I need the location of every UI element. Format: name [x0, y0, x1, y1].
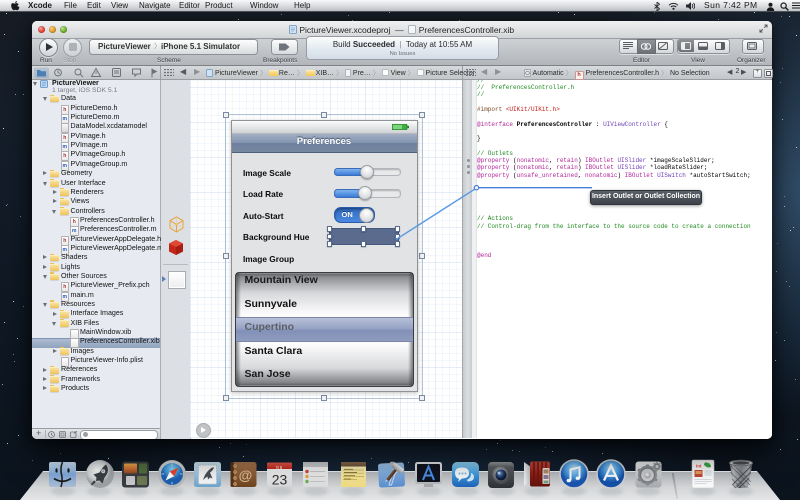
svg-text:Int: Int [696, 464, 702, 469]
svg-text:23: 23 [272, 472, 288, 488]
svg-text:@: @ [239, 467, 253, 483]
